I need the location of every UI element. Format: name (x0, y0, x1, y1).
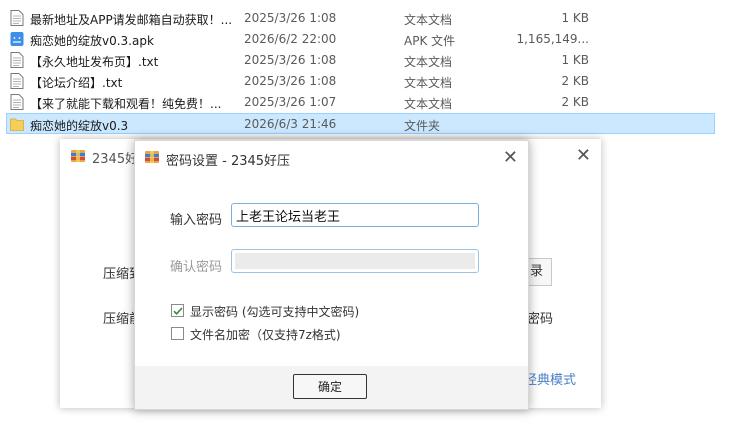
file-date: 2025/3/26 1:08 (244, 53, 337, 67)
close-icon[interactable]: ✕ (503, 147, 518, 168)
file-name: 【论坛介绍】.txt (30, 76, 123, 90)
text-file-icon (10, 52, 24, 68)
file-row[interactable]: 【论坛介绍】.txt 2025/3/26 1:08 文本文档 2 KB (0, 71, 716, 92)
encrypt-filename-checkbox[interactable] (171, 327, 184, 340)
confirm-password-label: 确认密码 (170, 260, 223, 275)
file-size: 2 KB (561, 95, 589, 109)
folder-icon (10, 118, 24, 131)
text-file-icon (10, 73, 24, 89)
file-date: 2026/6/3 21:46 (244, 117, 337, 131)
file-row[interactable]: 【永久地址发布页】.txt 2025/3/26 1:08 文本文档 1 KB (0, 50, 716, 71)
classic-mode-link[interactable]: 经典模式 (524, 369, 576, 388)
dialog-title: 密码设置 - 2345好压 (166, 154, 291, 169)
file-size: 2 KB (561, 74, 589, 88)
file-name: 【永久地址发布页】.txt (30, 55, 159, 69)
password-link[interactable]: 密码 (527, 308, 553, 327)
encrypt-filename-label: 文件名加密（仅支持7z格式) (190, 328, 341, 342)
file-row-selected[interactable]: 痴恋她的绽放v0.3 2026/6/3 21:46 文件夹 (6, 113, 715, 134)
file-size: 1 KB (561, 53, 589, 67)
file-type: 文本文档 (404, 13, 453, 27)
file-row[interactable]: 【来了就能下载和观看！纯免费！... 2025/3/26 1:07 文本文档 2… (0, 92, 716, 113)
checkmark-icon (173, 307, 183, 315)
text-file-icon (10, 10, 24, 26)
password-label: 输入密码 (170, 213, 223, 228)
confirm-password-input[interactable] (231, 249, 479, 273)
file-type: 文本文档 (404, 55, 453, 69)
file-size: 1,165,149... (516, 32, 589, 46)
show-password-checkbox[interactable] (171, 304, 184, 317)
file-size: 1 KB (561, 11, 589, 25)
file-type: 文本文档 (404, 76, 453, 90)
dialog-titlebar: 密码设置 - 2345好压 ✕ (135, 141, 528, 175)
dialog-footer: 确定 (135, 366, 528, 409)
file-row[interactable]: 最新地址及APP请发邮箱自动获取！... 2025/3/26 1:08 文本文档… (0, 8, 716, 29)
app-logo-icon (145, 151, 159, 163)
file-row[interactable]: 痴恋她的绽放v0.3.apk 2026/6/2 22:00 APK 文件 1,1… (0, 29, 716, 50)
password-dialog: 密码设置 - 2345好压 ✕ 输入密码 确认密码 显示密码 (勾选可支持中文密… (134, 140, 529, 410)
show-password-label: 显示密码 (勾选可支持中文密码) (190, 305, 360, 319)
password-input[interactable] (231, 203, 479, 227)
file-date: 2025/3/26 1:08 (244, 74, 337, 88)
file-type: 文本文档 (404, 97, 453, 111)
file-name: 痴恋她的绽放v0.3 (30, 119, 129, 133)
close-icon[interactable]: ✕ (576, 145, 591, 166)
file-date: 2026/6/2 22:00 (244, 32, 337, 46)
text-file-icon (10, 94, 24, 110)
file-date: 2025/3/26 1:07 (244, 95, 337, 109)
file-date: 2025/3/26 1:08 (244, 11, 337, 25)
compress-window-title: 2345好 (92, 152, 139, 167)
file-type: APK 文件 (404, 34, 456, 48)
file-name: 痴恋她的绽放v0.3.apk (30, 34, 154, 48)
ok-button[interactable]: 确定 (293, 374, 367, 399)
apk-file-icon (10, 32, 24, 46)
app-logo-icon (71, 150, 85, 162)
file-name: 最新地址及APP请发邮箱自动获取！... (30, 13, 233, 27)
file-name: 【来了就能下载和观看！纯免费！... (30, 97, 222, 111)
file-type: 文件夹 (404, 119, 441, 133)
